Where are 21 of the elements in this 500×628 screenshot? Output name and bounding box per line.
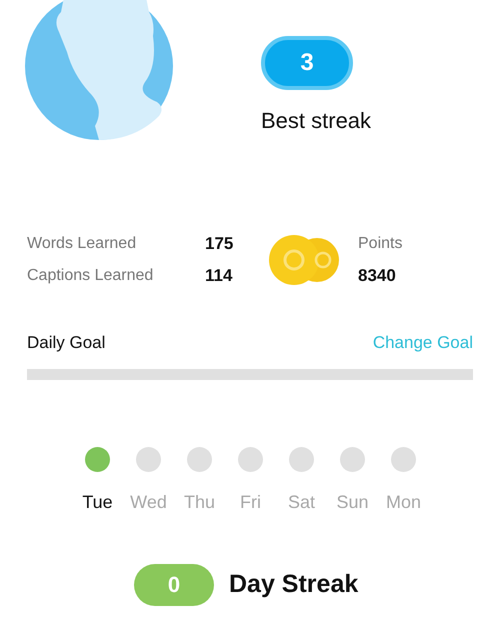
best-streak-badge: 3: [261, 36, 353, 90]
day-label: Tue: [82, 490, 113, 514]
day-label: Mon: [386, 490, 421, 514]
day-label: Sun: [336, 490, 369, 514]
day-streak-badge: 0: [134, 564, 214, 606]
coins-icon: [266, 235, 342, 285]
points-value: 8340: [358, 265, 397, 287]
stat-value: 175: [205, 233, 234, 255]
day-label: Wed: [130, 490, 167, 514]
stat-label: Captions Learned: [27, 266, 154, 286]
daily-goal-title: Daily Goal: [27, 332, 106, 354]
change-goal-link[interactable]: Change Goal: [372, 330, 473, 356]
stat-label: Words Learned: [27, 234, 138, 254]
avatar-icon: [25, 0, 173, 140]
day-label: Thu: [184, 490, 216, 514]
points-label: Points: [358, 234, 402, 254]
day-streak-label: Day Streak: [229, 568, 358, 600]
stat-value: 114: [205, 265, 234, 287]
day-label: Sat: [288, 490, 316, 514]
day-label: Fri: [240, 490, 261, 514]
best-streak-label: Best streak: [261, 107, 372, 135]
